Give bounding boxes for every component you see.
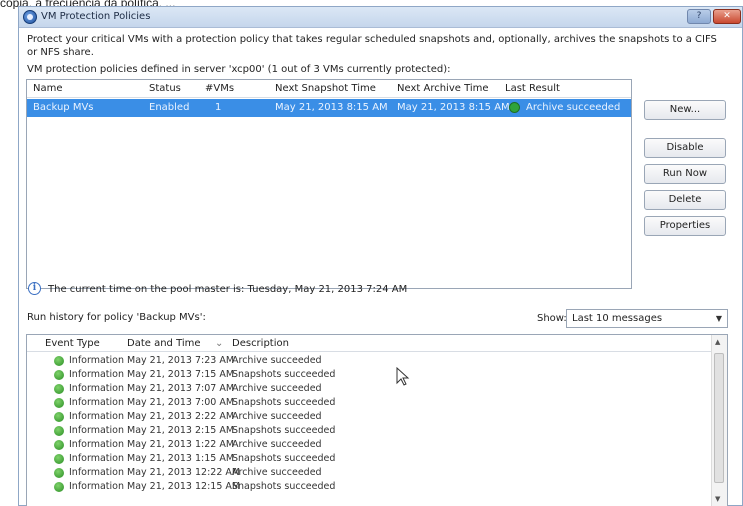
information-icon xyxy=(54,454,64,464)
col-last-result[interactable]: Last Result xyxy=(505,83,560,94)
history-date-time: May 21, 2013 12:15 AM xyxy=(127,481,241,492)
information-icon xyxy=(54,426,64,436)
history-table: Event Type Date and Time ⌄ Description I… xyxy=(26,334,728,506)
show-dropdown-value: Last 10 messages xyxy=(572,313,663,324)
properties-button[interactable]: Properties xyxy=(644,216,726,236)
history-date-time: May 21, 2013 7:07 AM xyxy=(127,383,235,394)
history-row[interactable]: Information May 21, 2013 12:15 AM Snapshot… xyxy=(27,481,707,494)
disable-button[interactable]: Disable xyxy=(644,138,726,158)
history-date-time: May 21, 2013 12:22 AM xyxy=(127,467,241,478)
check-icon xyxy=(509,102,520,113)
history-table-header: Event Type Date and Time ⌄ Description xyxy=(27,335,727,352)
history-date-time: May 21, 2013 1:15 AM xyxy=(127,453,235,464)
policy-name: Backup MVs xyxy=(33,102,94,113)
col-name[interactable]: Name xyxy=(33,83,63,94)
information-icon xyxy=(54,356,64,366)
col-status[interactable]: Status xyxy=(149,83,181,94)
policy-table-header: Name Status #VMs Next Snapshot Time Next… xyxy=(27,80,631,98)
history-row[interactable]: Information May 21, 2013 7:07 AM Archive s… xyxy=(27,383,707,396)
information-icon xyxy=(54,398,64,408)
history-event-type: Information xyxy=(69,439,124,450)
policies-defined-label: VM protection policies defined in server… xyxy=(27,64,451,75)
history-scrollbar[interactable]: ▲ ▼ xyxy=(711,335,727,506)
run-now-button[interactable]: Run Now xyxy=(644,164,726,184)
history-description: Snapshots succeeded xyxy=(232,453,336,464)
scroll-thumb[interactable] xyxy=(714,353,724,483)
history-event-type: Information xyxy=(69,425,124,436)
scroll-up-icon[interactable]: ▲ xyxy=(715,338,720,346)
history-event-type: Information xyxy=(69,411,124,422)
scroll-down-icon[interactable]: ▼ xyxy=(715,495,720,503)
col-date-time[interactable]: Date and Time xyxy=(127,338,201,349)
close-button[interactable]: ✕ xyxy=(713,9,741,24)
information-icon xyxy=(54,370,64,380)
policy-next-archive: May 21, 2013 8:15 AM xyxy=(397,102,510,113)
policy-vms: 1 xyxy=(215,102,222,113)
information-icon xyxy=(54,384,64,394)
information-icon xyxy=(54,468,64,478)
policy-last-result: Archive succeeded xyxy=(526,102,621,113)
titlebar: VM Protection Policies ? ✕ xyxy=(19,7,742,28)
history-description: Archive succeeded xyxy=(232,355,322,366)
history-row[interactable]: Information May 21, 2013 1:15 AM Snapshots… xyxy=(27,453,707,466)
policy-row[interactable]: Backup MVs Enabled 1 May 21, 2013 8:15 A… xyxy=(27,99,631,117)
show-dropdown[interactable]: Last 10 messages ▼ xyxy=(566,309,728,328)
show-label: Show: xyxy=(537,313,567,324)
information-icon xyxy=(54,482,64,492)
history-description: Archive succeeded xyxy=(232,411,322,422)
run-history-label: Run history for policy 'Backup MVs': xyxy=(27,312,206,323)
help-button[interactable]: ? xyxy=(687,9,711,24)
history-description: Snapshots succeeded xyxy=(232,369,336,380)
history-description: Snapshots succeeded xyxy=(232,397,336,408)
delete-button[interactable]: Delete xyxy=(644,190,726,210)
chevron-down-icon: ▼ xyxy=(715,314,722,323)
history-row[interactable]: Information May 21, 2013 12:22 AM Archive … xyxy=(27,467,707,480)
history-description: Snapshots succeeded xyxy=(232,481,336,492)
history-description: Archive succeeded xyxy=(232,439,322,450)
history-date-time: May 21, 2013 1:22 AM xyxy=(127,439,235,450)
sort-down-icon: ⌄ xyxy=(215,338,224,349)
col-vms[interactable]: #VMs xyxy=(205,83,234,94)
history-row[interactable]: Information May 21, 2013 1:22 AM Archive s… xyxy=(27,439,707,452)
history-date-time: May 21, 2013 2:15 AM xyxy=(127,425,235,436)
history-event-type: Information xyxy=(69,355,124,366)
history-row[interactable]: Information May 21, 2013 7:23 AM Archive s… xyxy=(27,355,707,368)
history-event-type: Information xyxy=(69,383,124,394)
col-next-archive[interactable]: Next Archive Time xyxy=(397,83,489,94)
vm-protection-policies-window: VM Protection Policies ? ✕ Protect your … xyxy=(18,6,743,506)
policy-next-snapshot: May 21, 2013 8:15 AM xyxy=(275,102,388,113)
history-event-type: Information xyxy=(69,369,124,380)
history-event-type: Information xyxy=(69,467,124,478)
current-time-text: The current time on the pool master is: … xyxy=(48,284,408,295)
history-description: Archive succeeded xyxy=(232,383,322,394)
protection-policy-icon xyxy=(23,10,37,24)
history-row[interactable]: Information May 21, 2013 7:15 AM Snapshots… xyxy=(27,369,707,382)
history-description: Snapshots succeeded xyxy=(232,425,336,436)
col-next-snapshot[interactable]: Next Snapshot Time xyxy=(275,83,376,94)
information-icon xyxy=(54,440,64,450)
window-title: VM Protection Policies xyxy=(41,11,151,22)
col-event-type[interactable]: Event Type xyxy=(45,338,100,349)
policy-table: Name Status #VMs Next Snapshot Time Next… xyxy=(26,79,632,289)
new-button[interactable]: New... xyxy=(644,100,726,120)
history-date-time: May 21, 2013 7:15 AM xyxy=(127,369,235,380)
policy-status: Enabled xyxy=(149,102,190,113)
history-date-time: May 21, 2013 7:00 AM xyxy=(127,397,235,408)
information-icon xyxy=(54,412,64,422)
history-row[interactable]: Information May 21, 2013 2:15 AM Snapshots… xyxy=(27,425,707,438)
history-description: Archive succeeded xyxy=(232,467,322,478)
history-event-type: Information xyxy=(69,397,124,408)
history-date-time: May 21, 2013 7:23 AM xyxy=(127,355,235,366)
history-event-type: Information xyxy=(69,481,124,492)
intro-text: Protect your critical VMs with a protect… xyxy=(27,34,717,58)
history-date-time: May 21, 2013 2:22 AM xyxy=(127,411,235,422)
history-event-type: Information xyxy=(69,453,124,464)
history-row[interactable]: Information May 21, 2013 7:00 AM Snapshots… xyxy=(27,397,707,410)
col-description[interactable]: Description xyxy=(232,338,289,349)
history-row[interactable]: Information May 21, 2013 2:22 AM Archive s… xyxy=(27,411,707,424)
info-icon: i xyxy=(28,282,41,295)
